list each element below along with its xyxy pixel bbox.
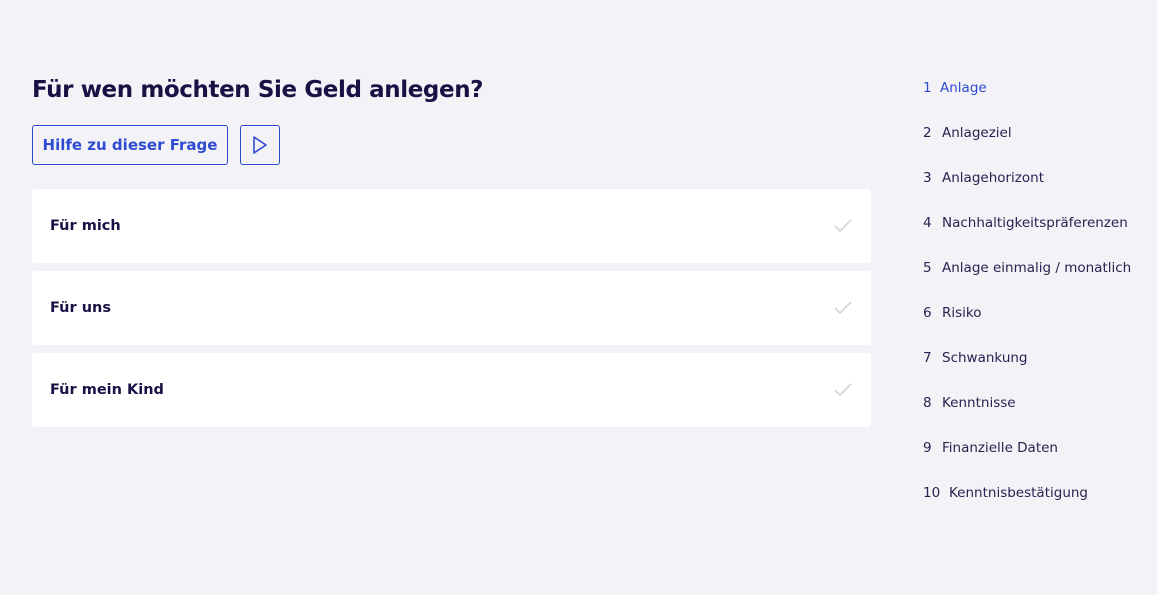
- step-anlagehorizont[interactable]: 3 Anlagehorizont: [923, 167, 1143, 212]
- step-number: 6: [923, 305, 932, 321]
- step-finanzielle-daten[interactable]: 9 Finanzielle Daten: [923, 437, 1143, 482]
- play-icon: [253, 136, 267, 154]
- step-number: 5: [923, 260, 932, 276]
- step-risiko[interactable]: 6 Risiko: [923, 302, 1143, 347]
- step-anlage-einmalig-monatlich[interactable]: 5 Anlage einmalig / monatlich: [923, 257, 1143, 302]
- step-number: 4: [923, 215, 932, 231]
- step-label: Nachhaltigkeitspräferenzen: [942, 215, 1128, 231]
- option-fuer-mich[interactable]: Für mich: [32, 189, 871, 263]
- step-label: Anlage: [940, 80, 987, 96]
- step-label: Risiko: [942, 305, 982, 321]
- step-label: Schwankung: [942, 350, 1028, 366]
- step-label: Anlagehorizont: [942, 170, 1045, 186]
- question-title: Für wen möchten Sie Geld anlegen?: [32, 77, 484, 103]
- option-label: Für uns: [50, 300, 111, 316]
- page: Für wen möchten Sie Geld anlegen? Hilfe …: [0, 0, 1157, 595]
- main-content: Für wen möchten Sie Geld anlegen? Hilfe …: [32, 74, 871, 427]
- step-kenntnisse[interactable]: 8 Kenntnisse: [923, 392, 1143, 437]
- step-label: Anlage einmalig / monatlich: [942, 260, 1132, 276]
- play-video-button[interactable]: [240, 125, 280, 165]
- step-label: Kenntnisbestätigung: [949, 485, 1089, 501]
- step-nachhaltigkeitspraeferenzen[interactable]: 4 Nachhaltigkeitspräferenzen: [923, 212, 1143, 257]
- step-kenntnisbestaetigung[interactable]: 10 Kenntnisbestätigung: [923, 482, 1143, 527]
- check-icon: [833, 382, 853, 398]
- check-icon: [833, 300, 853, 316]
- check-icon: [833, 218, 853, 234]
- option-label: Für mich: [50, 218, 121, 234]
- option-fuer-mein-kind[interactable]: Für mein Kind: [32, 353, 871, 427]
- step-label: Anlageziel: [942, 125, 1012, 141]
- step-number: 7: [923, 350, 932, 366]
- help-button[interactable]: Hilfe zu dieser Frage: [32, 125, 228, 165]
- step-number: 10: [923, 485, 941, 501]
- step-anlage[interactable]: 1 Anlage: [923, 77, 1143, 122]
- step-label: Finanzielle Daten: [942, 440, 1058, 456]
- step-number: 2: [923, 125, 932, 141]
- step-label: Kenntnisse: [942, 395, 1016, 411]
- step-number: 1: [923, 80, 932, 96]
- step-number: 8: [923, 395, 932, 411]
- answer-options: Für mich Für uns Für mein Kind: [32, 189, 871, 427]
- progress-steps: 1 Anlage 2 Anlageziel 3 Anlagehorizont 4…: [923, 77, 1143, 527]
- step-schwankung[interactable]: 7 Schwankung: [923, 347, 1143, 392]
- option-label: Für mein Kind: [50, 382, 164, 398]
- step-number: 9: [923, 440, 932, 456]
- question-actions: Hilfe zu dieser Frage: [32, 125, 871, 165]
- step-anlageziel[interactable]: 2 Anlageziel: [923, 122, 1143, 167]
- step-number: 3: [923, 170, 932, 186]
- option-fuer-uns[interactable]: Für uns: [32, 271, 871, 345]
